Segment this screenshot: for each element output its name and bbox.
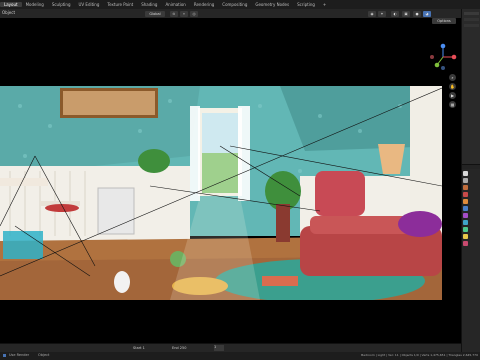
tab-compositing[interactable]: Compositing	[218, 2, 251, 7]
orientation-dropdown[interactable]: Global	[145, 10, 165, 17]
outliner-row[interactable]	[464, 18, 479, 21]
bedroom-render	[0, 86, 442, 300]
tab--[interactable]: +	[319, 2, 330, 7]
output-tab-icon[interactable]	[463, 178, 468, 183]
3d-viewport[interactable]: Options ⌕ ✋ ▶ ▦	[0, 18, 461, 343]
rendered-scene[interactable]	[0, 86, 442, 300]
snap-icon[interactable]: ⌖	[180, 10, 188, 17]
tab-uv-editing[interactable]: UV Editing	[75, 2, 104, 7]
material-tab-icon[interactable]	[463, 241, 468, 246]
grid-icon[interactable]: ▦	[449, 101, 456, 108]
world-tab-icon[interactable]	[463, 192, 468, 197]
viewport-gizmo[interactable]	[429, 43, 457, 71]
particle-tab-icon[interactable]	[463, 213, 468, 218]
outliner-row[interactable]	[464, 24, 479, 27]
scene-stats: Bedroom | Light | Ver: 11 | Objects 1/0 …	[361, 353, 478, 357]
current-frame[interactable]: 1	[214, 345, 224, 351]
xray-icon[interactable]: ▣	[402, 10, 410, 17]
right-panels	[461, 9, 480, 352]
zoom-icon[interactable]: ⌕	[449, 74, 456, 81]
tab-rendering[interactable]: Rendering	[190, 2, 218, 7]
render-tab-icon[interactable]	[463, 171, 468, 176]
tab-shading[interactable]: Shading	[137, 2, 161, 7]
tab-scripting[interactable]: Scripting	[293, 2, 319, 7]
status-middle: Object	[38, 353, 50, 357]
overlay-icon[interactable]: ◐	[391, 10, 399, 17]
visibility-icon[interactable]: ◉	[368, 10, 376, 17]
viewport-nav-tools: ⌕ ✋ ▶ ▦	[449, 74, 457, 110]
scene-tab-icon[interactable]	[463, 185, 468, 190]
constraint-tab-icon[interactable]	[463, 227, 468, 232]
object-tab-icon[interactable]	[463, 199, 468, 204]
shading-render-icon[interactable]: ◕	[423, 10, 431, 17]
status-bar: Use Render Object Bedroom | Light | Ver:…	[0, 352, 480, 360]
options-button[interactable]: Options	[432, 18, 456, 24]
status-left: Use Render	[9, 353, 30, 357]
tab-sculpting[interactable]: Sculpting	[48, 2, 75, 7]
properties-tabs	[462, 169, 480, 352]
tab-layout[interactable]: Layout	[0, 2, 22, 7]
physics-tab-icon[interactable]	[463, 220, 468, 225]
proportional-icon[interactable]: ◎	[190, 10, 198, 17]
tab-modeling[interactable]: Modeling	[22, 2, 48, 7]
gizmo-toggle-icon[interactable]: ✦	[378, 10, 386, 17]
modifier-tab-icon[interactable]	[463, 206, 468, 211]
hand-icon[interactable]: ✋	[449, 83, 456, 90]
shading-solid-icon[interactable]: ●	[413, 10, 421, 17]
data-tab-icon[interactable]	[463, 234, 468, 239]
checkbox-icon[interactable]	[3, 354, 6, 357]
tab-texture-paint[interactable]: Texture Paint	[103, 2, 137, 7]
camera-icon[interactable]: ▶	[449, 92, 456, 99]
end-frame[interactable]: End 250	[172, 346, 186, 350]
tab-geometry-nodes[interactable]: Geometry Nodes	[251, 2, 293, 7]
view-label[interactable]: Object	[2, 10, 15, 15]
outliner-row[interactable]	[464, 12, 479, 15]
tab-animation[interactable]: Animation	[161, 2, 189, 7]
pivot-icon[interactable]: ⊙	[170, 10, 178, 17]
workspace-tabs: Layout Modeling Sculpting UV Editing Texture…	[0, 0, 480, 9]
outliner[interactable]	[462, 9, 480, 165]
start-frame[interactable]: Start 1	[133, 346, 145, 350]
